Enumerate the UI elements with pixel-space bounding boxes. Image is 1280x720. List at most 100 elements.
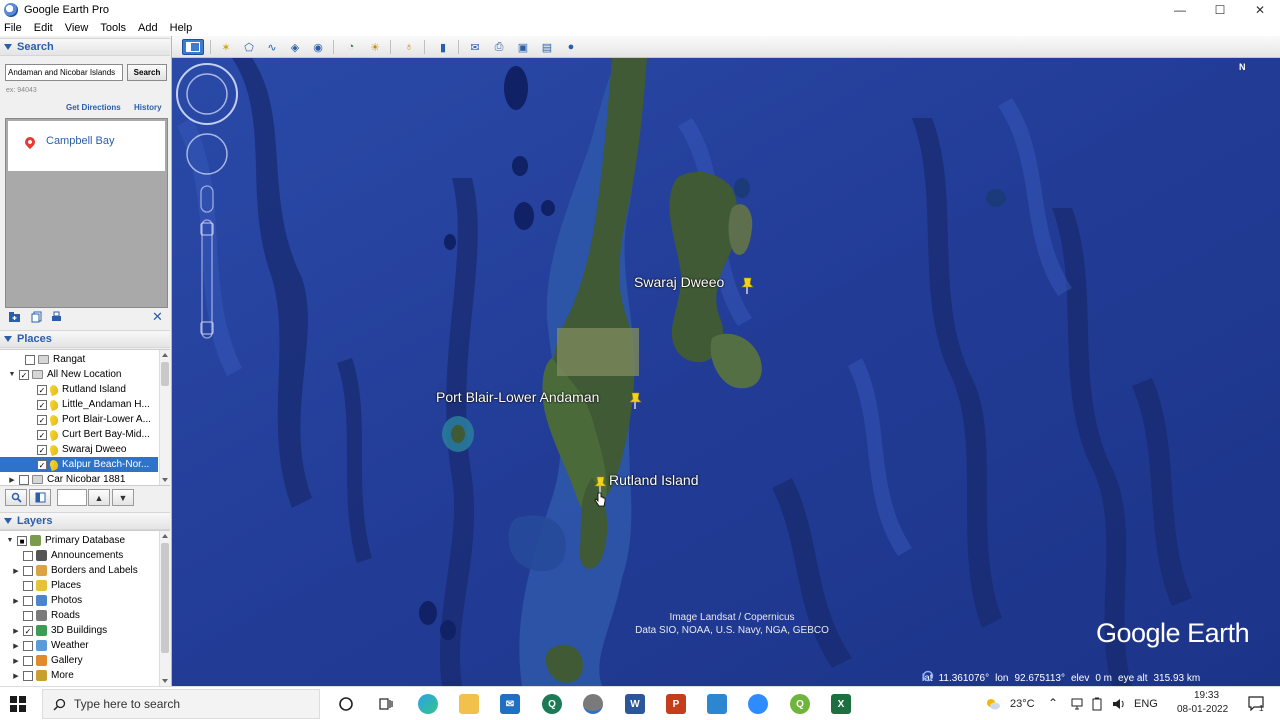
visibility-checkbox[interactable]: ✓ <box>37 444 47 455</box>
mail-icon[interactable]: ✉ <box>500 694 520 714</box>
scroll-down-arrow-icon[interactable] <box>162 478 168 482</box>
visibility-checkbox[interactable]: ✓ <box>37 459 47 470</box>
look-ring[interactable] <box>176 63 238 125</box>
menu-file[interactable]: File <box>4 22 22 34</box>
visibility-checkbox[interactable]: ✓ <box>37 429 47 440</box>
layers-tree-item[interactable]: Places <box>0 578 158 593</box>
copy-icon[interactable] <box>31 311 44 323</box>
layer-checkbox[interactable]: ✓ <box>23 625 33 636</box>
layer-checkbox[interactable] <box>23 640 33 651</box>
places-tree-item[interactable]: ▶ Car Nicobar 1881 <box>0 472 158 485</box>
get-directions-link[interactable]: Get Directions <box>66 103 121 112</box>
view-in-maps-button[interactable]: ● <box>562 39 580 55</box>
placemark-label-swaraj-dweeo[interactable]: Swaraj Dweeo <box>634 274 724 290</box>
places-tree-item[interactable]: ✓ Port Blair-Lower A... <box>0 412 158 427</box>
maximize-button[interactable]: ☐ <box>1200 0 1240 20</box>
close-search-results-icon[interactable]: ✕ <box>152 309 163 325</box>
google-earth-taskbar-icon[interactable] <box>583 694 603 714</box>
zoom-out-icon[interactable] <box>200 321 214 335</box>
expand-arrow-icon[interactable]: ▶ <box>12 597 20 605</box>
places-tree-item[interactable]: Rangat <box>0 352 158 367</box>
scroll-up-arrow-icon[interactable] <box>162 353 168 357</box>
toggle-panel-button[interactable] <box>29 489 51 506</box>
search-places-button[interactable] <box>5 489 27 506</box>
toggle-sidebar-button[interactable] <box>182 39 204 55</box>
look-joystick[interactable] <box>186 73 228 115</box>
search-app-icon[interactable]: Q <box>542 694 562 714</box>
expand-arrow-icon[interactable]: ▶ <box>12 642 20 650</box>
record-tour-button[interactable]: ◉ <box>309 39 327 55</box>
add-polygon-button[interactable]: ⬠ <box>240 39 258 55</box>
yellow-pushpin-icon[interactable] <box>628 392 642 410</box>
zoom-icon[interactable] <box>748 694 768 714</box>
layer-checkbox[interactable] <box>23 655 33 666</box>
layer-checkbox[interactable] <box>23 595 33 606</box>
save-image-button[interactable]: ▣ <box>514 39 532 55</box>
switch-planet-button[interactable]: ♁ <box>400 39 418 55</box>
speaker-icon[interactable] <box>1112 697 1126 711</box>
add-path-button[interactable]: ∿ <box>263 39 281 55</box>
layers-tree-item[interactable]: ▼ ■ Primary Database <box>0 533 158 548</box>
zoom-in-icon[interactable] <box>200 222 214 236</box>
visibility-checkbox[interactable]: ✓ <box>19 369 29 380</box>
move-down-button[interactable]: ▼ <box>112 489 134 506</box>
photos-icon[interactable] <box>707 694 727 714</box>
yellow-pushpin-icon[interactable] <box>740 277 754 295</box>
layers-tree-item[interactable]: Roads <box>0 608 158 623</box>
print-button[interactable]: ⎙ <box>490 39 508 55</box>
places-tree-item[interactable]: ✓ Little_Andaman H... <box>0 397 158 412</box>
excel-icon[interactable]: X <box>831 694 851 714</box>
places-scrollbar[interactable] <box>159 350 170 485</box>
close-window-button[interactable]: ✕ <box>1240 0 1280 20</box>
placemark-label-port-blair[interactable]: Port Blair-Lower Andaman <box>436 389 599 405</box>
scroll-up-arrow-icon[interactable] <box>162 534 168 538</box>
add-image-overlay-button[interactable]: ◈ <box>286 39 304 55</box>
earth-view[interactable]: Swaraj Dweeo Port Blair-Lower Andaman Ru… <box>172 58 1280 686</box>
visibility-checkbox[interactable]: ✓ <box>37 414 47 425</box>
navigation-controls[interactable] <box>172 58 242 348</box>
expand-arrow-icon[interactable]: ▶ <box>12 567 20 575</box>
layer-checkbox[interactable] <box>23 610 33 621</box>
cortana-icon[interactable] <box>338 696 354 712</box>
layer-checkbox[interactable] <box>23 550 33 561</box>
move-joystick[interactable] <box>186 133 228 175</box>
historical-imagery-button[interactable]: ◔ <box>342 39 360 55</box>
layer-checkbox[interactable] <box>23 580 33 591</box>
expanded-arrow-icon[interactable]: ▼ <box>8 371 16 378</box>
places-filter-field[interactable] <box>57 489 87 506</box>
expand-arrow-icon[interactable]: ▶ <box>12 672 20 680</box>
expand-arrow-icon[interactable]: ▶ <box>12 627 20 635</box>
menu-help[interactable]: Help <box>170 22 193 34</box>
chevron-up-icon[interactable]: ⌃ <box>1048 696 1058 710</box>
search-section-header[interactable]: Search <box>0 38 170 56</box>
menu-add[interactable]: Add <box>138 22 158 34</box>
language-indicator[interactable]: ENG <box>1134 698 1158 710</box>
network-icon[interactable] <box>1070 697 1084 711</box>
layer-checkbox[interactable]: ■ <box>17 535 27 546</box>
places-tree-item[interactable]: ▼ ✓ All New Location <box>0 367 158 382</box>
ruler-button[interactable]: ▮ <box>434 39 452 55</box>
layer-checkbox[interactable] <box>23 565 33 576</box>
zoom-slider[interactable] <box>201 219 213 339</box>
email-button[interactable]: ✉ <box>466 39 484 55</box>
clock-time[interactable]: 19:33 <box>1194 690 1219 701</box>
powerpoint-icon[interactable]: P <box>666 694 686 714</box>
add-placemark-button[interactable]: ✶ <box>217 39 235 55</box>
scroll-thumb[interactable] <box>161 543 169 653</box>
places-section-header[interactable]: Places <box>0 330 170 348</box>
placemark-label-rutland-island[interactable]: Rutland Island <box>609 472 699 488</box>
layers-tree-item[interactable]: ▶ Gallery <box>0 653 158 668</box>
edge-browser-icon[interactable] <box>418 694 438 714</box>
search-button[interactable]: Search <box>127 64 167 81</box>
sunlight-button[interactable]: ☀ <box>366 39 384 55</box>
layers-tree-item[interactable]: ▶ ✓ 3D Buildings <box>0 623 158 638</box>
layers-section-header[interactable]: Layers <box>0 512 170 530</box>
battery-icon[interactable] <box>1092 697 1102 711</box>
visibility-checkbox[interactable]: ✓ <box>37 399 47 410</box>
move-up-button[interactable]: ▲ <box>88 489 110 506</box>
street-view-pegman-icon[interactable] <box>200 185 214 213</box>
history-link[interactable]: History <box>134 103 162 112</box>
scroll-thumb[interactable] <box>161 362 169 386</box>
taskbar-search-box[interactable]: Type here to search <box>42 689 320 719</box>
layers-tree-item[interactable]: ▶ Weather <box>0 638 158 653</box>
